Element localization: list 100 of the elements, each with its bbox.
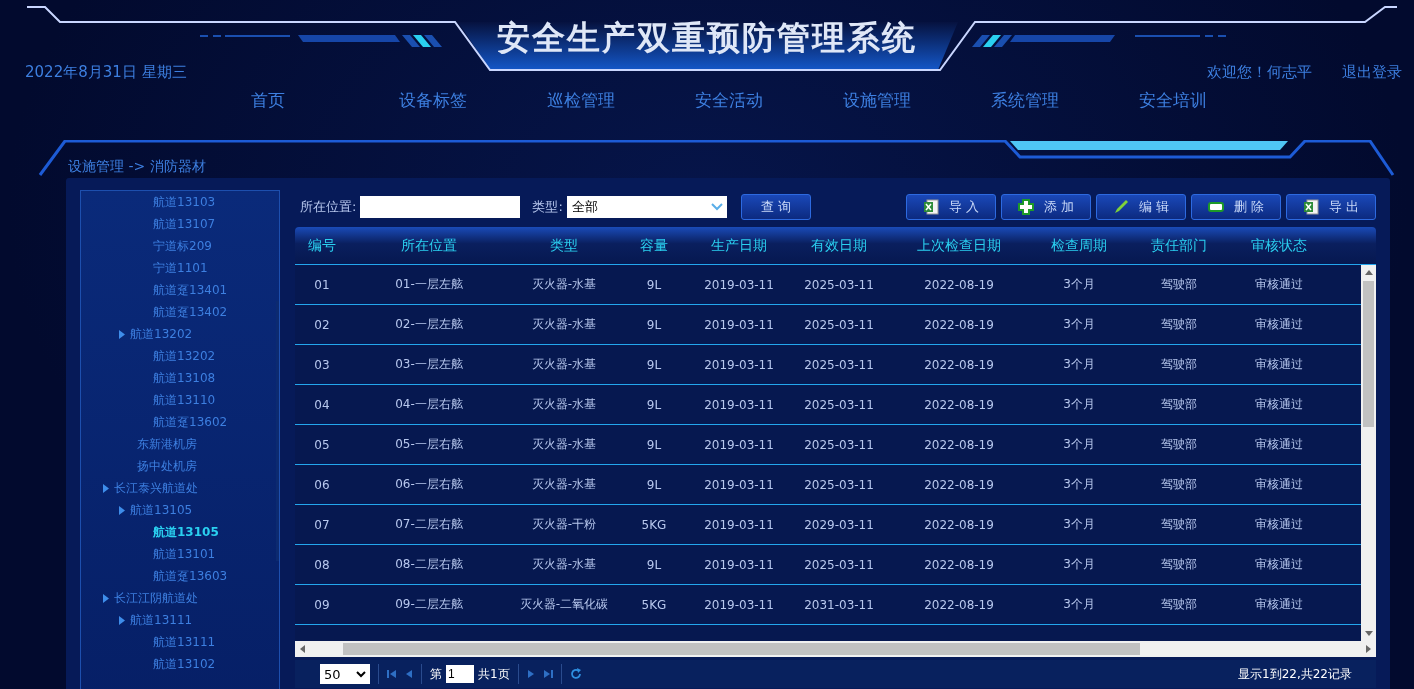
scrollbar-thumb[interactable] bbox=[276, 301, 279, 561]
tree-item[interactable]: 航道13105 bbox=[130, 501, 193, 519]
nav-tab[interactable]: 安全培训 bbox=[1124, 88, 1272, 112]
table-cell-text: 9L bbox=[645, 276, 663, 294]
logout-link[interactable]: 退出登录 bbox=[1342, 60, 1402, 84]
tree-item[interactable]: 航道13202 bbox=[130, 325, 193, 343]
last-page-icon[interactable] bbox=[542, 669, 553, 679]
table-cell-text: 2022-08-19 bbox=[923, 356, 995, 374]
expand-arrow-icon[interactable] bbox=[119, 505, 125, 515]
tree-item[interactable]: 航道13103 bbox=[153, 193, 216, 211]
tree-item[interactable]: 航道13111 bbox=[153, 633, 216, 651]
nav-tab[interactable]: 巡检管理 bbox=[532, 88, 680, 112]
table-cell-text: 3个月 bbox=[1062, 276, 1096, 293]
nav-tab[interactable]: 首页 bbox=[236, 88, 384, 112]
scroll-up-icon[interactable] bbox=[1364, 270, 1373, 275]
horizontal-scrollbar[interactable] bbox=[295, 641, 1376, 657]
next-page-icon[interactable] bbox=[526, 669, 535, 679]
table-cell-text: 2022-08-19 bbox=[923, 316, 995, 334]
table-cell-text: 5KG bbox=[640, 516, 668, 534]
toolbar-button[interactable]: 删 除 bbox=[1191, 194, 1281, 220]
scroll-right-icon[interactable] bbox=[1366, 645, 1371, 653]
table-cell-text: 2025-03-11 bbox=[803, 316, 875, 334]
pencil-icon bbox=[1112, 199, 1129, 215]
tree-item[interactable]: 航道趸13603 bbox=[153, 567, 228, 585]
table-cell-text: 3个月 bbox=[1062, 356, 1096, 373]
tree-item[interactable]: 东新港机房 bbox=[137, 435, 197, 453]
tree-item[interactable]: 航道13111 bbox=[130, 611, 193, 629]
column-header: 生产日期 bbox=[710, 235, 768, 255]
table-cell-text: 3个月 bbox=[1062, 556, 1096, 573]
refresh-icon[interactable] bbox=[569, 668, 582, 680]
table-cell-text: 09-二层左舷 bbox=[394, 596, 464, 613]
spreadsheet-icon bbox=[922, 199, 939, 215]
expand-arrow-icon[interactable] bbox=[119, 615, 125, 625]
tree-item[interactable]: 航道13107 bbox=[153, 215, 216, 233]
table-cell-text: 灭火器-水基 bbox=[530, 556, 598, 573]
toolbar-button[interactable]: 编 辑 bbox=[1096, 194, 1186, 220]
table-cell-text: 审核通过 bbox=[1254, 596, 1304, 613]
tree-item[interactable]: 航道趸13402 bbox=[153, 303, 228, 321]
table-cell-text: 审核通过 bbox=[1254, 356, 1304, 373]
tree-item[interactable]: 长江泰兴航道处 bbox=[114, 479, 198, 497]
tree-item[interactable]: 航道13108 bbox=[153, 369, 216, 387]
expand-arrow-icon[interactable] bbox=[103, 483, 109, 493]
toolbar-button[interactable]: 导 入 bbox=[906, 194, 996, 220]
table-cell-text: 灭火器-二氧化碳 bbox=[518, 596, 610, 613]
location-input-field[interactable] bbox=[360, 196, 521, 218]
table-cell-text: 2019-03-11 bbox=[703, 316, 775, 334]
table-cell-text: 3个月 bbox=[1062, 316, 1096, 333]
table-cell-text: 06 bbox=[313, 476, 331, 494]
nav-tab[interactable]: 设施管理 bbox=[828, 88, 976, 112]
toolbar-button[interactable]: 添 加 bbox=[1001, 194, 1091, 220]
table-cell-text: 04 bbox=[313, 396, 331, 414]
table-cell-text: 2025-03-11 bbox=[803, 356, 875, 374]
table-cell-text: 2022-08-19 bbox=[923, 596, 995, 614]
expand-arrow-icon[interactable] bbox=[119, 329, 125, 339]
table-cell-text: 02-一层左舷 bbox=[394, 316, 464, 333]
tree-item[interactable]: 航道13105 bbox=[153, 523, 219, 541]
nav-tab[interactable]: 设备标签 bbox=[384, 88, 532, 112]
table-cell-text: 驾驶部 bbox=[1160, 396, 1198, 413]
table-cell-text: 审核通过 bbox=[1254, 436, 1304, 453]
expand-arrow-icon[interactable] bbox=[103, 593, 109, 603]
tree-item[interactable]: 宁道标209 bbox=[153, 237, 212, 255]
query-button[interactable]: 查 询 bbox=[740, 194, 811, 220]
vertical-scrollbar[interactable] bbox=[1361, 265, 1376, 641]
tree-item[interactable]: 航道13102 bbox=[153, 655, 216, 673]
table-cell-text: 审核通过 bbox=[1254, 516, 1304, 533]
table-cell-text: 审核通过 bbox=[1254, 396, 1304, 413]
nav-tab[interactable]: 安全活动 bbox=[680, 88, 828, 112]
table-cell-text: 审核通过 bbox=[1254, 276, 1304, 293]
tree-item[interactable]: 航道趸13401 bbox=[153, 281, 228, 299]
tree-item[interactable]: 扬中处机房 bbox=[137, 457, 197, 475]
table-cell-text: 灭火器-水基 bbox=[530, 396, 598, 413]
tree-item[interactable]: 航道趸13602 bbox=[153, 413, 228, 431]
page-number-field[interactable]: 1 bbox=[446, 665, 474, 683]
tree-item[interactable]: 航道13202 bbox=[153, 347, 216, 365]
table-cell-text: 09 bbox=[313, 596, 331, 614]
table-cell-text: 3个月 bbox=[1062, 596, 1096, 613]
tree-item[interactable]: 航道13101 bbox=[153, 545, 216, 563]
scroll-down-icon[interactable] bbox=[1364, 631, 1373, 636]
column-header: 类型 bbox=[549, 235, 579, 255]
spreadsheet-icon bbox=[1302, 199, 1319, 215]
tree-item[interactable]: 航道13110 bbox=[153, 391, 216, 409]
table-cell-text: 灭火器-干粉 bbox=[530, 516, 598, 533]
table-cell-text: 05-一层右舷 bbox=[394, 436, 464, 453]
page-size-select[interactable]: 50 bbox=[320, 664, 370, 684]
scroll-left-icon[interactable] bbox=[300, 645, 305, 653]
table-cell-text: 2022-08-19 bbox=[923, 556, 995, 574]
table-cell-text: 04-一层右舷 bbox=[394, 396, 464, 413]
previous-page-icon[interactable] bbox=[405, 669, 413, 679]
tree-item[interactable]: 长江江阴航道处 bbox=[114, 589, 198, 607]
table-cell-text: 9L bbox=[645, 316, 663, 334]
type-select[interactable]: 全部 bbox=[566, 196, 727, 218]
table-cell-text: 06-一层右舷 bbox=[394, 476, 464, 493]
table-cell-text: 驾驶部 bbox=[1160, 556, 1198, 573]
tree-item[interactable]: 宁道1101 bbox=[153, 259, 208, 277]
table-cell-text: 2022-08-19 bbox=[923, 276, 995, 294]
toolbar-button[interactable]: 导 出 bbox=[1286, 194, 1376, 220]
table-cell-text: 07-二层右舷 bbox=[394, 516, 464, 533]
table-cell-text: 3个月 bbox=[1062, 516, 1096, 533]
first-page-icon[interactable] bbox=[387, 669, 397, 679]
nav-tab[interactable]: 系统管理 bbox=[976, 88, 1124, 112]
